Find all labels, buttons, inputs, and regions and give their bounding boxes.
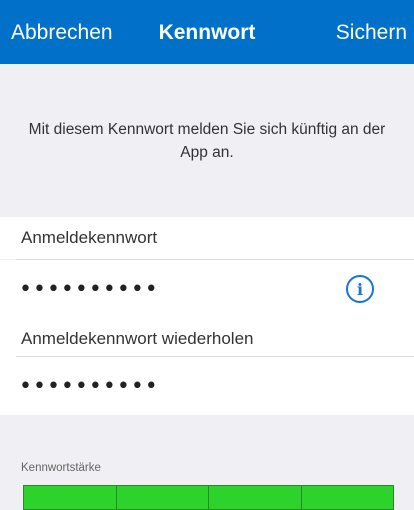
strength-label: Kennwortstärke	[21, 462, 101, 474]
cancel-button[interactable]: Abbrechen	[11, 20, 113, 46]
intro-text: Mit diesem Kennwort melden Sie sich künf…	[28, 120, 386, 161]
strength-segment	[301, 486, 393, 509]
strength-segment	[209, 486, 301, 509]
password-repeat-label: Anmeldekennwort wiederholen	[0, 318, 414, 360]
navigation-bar: Abbrechen Kennwort Sichern	[0, 0, 414, 64]
strength-meter	[23, 485, 394, 510]
info-circle-icon[interactable]: i	[346, 275, 374, 303]
password-repeat-row	[0, 357, 414, 415]
save-button[interactable]: Sichern	[336, 20, 407, 46]
intro-panel: Mit diesem Kennwort melden Sie sich künf…	[0, 64, 414, 217]
password-field[interactable]	[19, 270, 319, 308]
password-row: i	[0, 260, 414, 318]
password-label: Anmeldekennwort	[0, 217, 414, 259]
strength-segment	[24, 486, 116, 509]
password-repeat-field[interactable]	[19, 367, 319, 405]
strength-segment	[116, 486, 208, 509]
